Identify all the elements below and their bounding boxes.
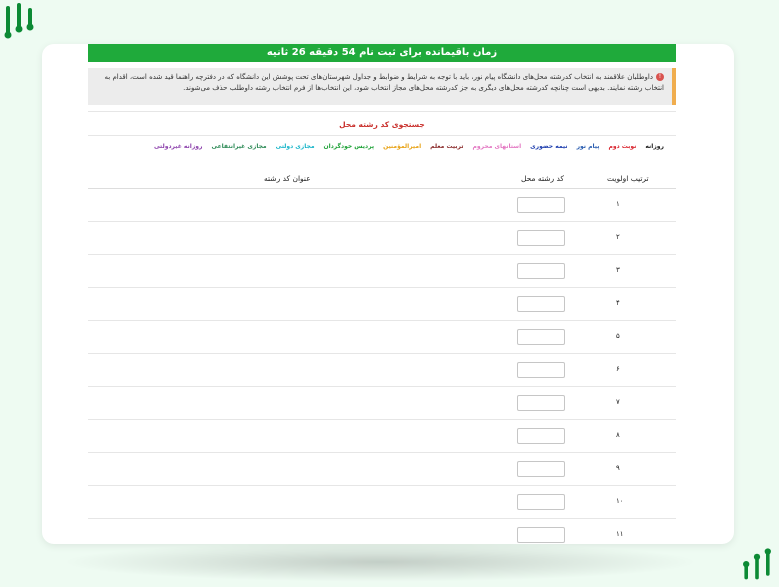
code-input[interactable] (517, 296, 565, 312)
filter-links: روزانه نوبت دوم پیام نور نیمه حضوری استانهای… (88, 136, 676, 150)
priority-number: ۶ (616, 365, 620, 373)
priority-number: ۵ (616, 332, 620, 340)
table-row: ۷ (88, 387, 676, 420)
filter-link[interactable]: مجازی غیرانتفاعی (212, 143, 267, 150)
filter-link[interactable]: استانهای محروم (473, 143, 522, 150)
table-row: ۴ (88, 288, 676, 321)
code-input[interactable] (517, 263, 565, 279)
priority-number: ۴ (616, 299, 620, 307)
code-input[interactable] (517, 395, 565, 411)
code-input[interactable] (517, 362, 565, 378)
warning-text: داوطلبان علاقمند به انتخاب کدرشته محل‌ها… (104, 73, 664, 92)
table-row: ۱ (88, 189, 676, 222)
header-priority: ترتیب اولویت (607, 174, 649, 183)
priority-number: ۱ (616, 200, 620, 208)
code-input[interactable] (517, 197, 565, 213)
priority-number: ۸ (616, 431, 620, 439)
card-shadow (60, 542, 700, 582)
brand-logo-icon (4, 3, 34, 39)
filter-link[interactable]: روزانه غیردولتی (154, 143, 203, 150)
main-card: زمان باقیمانده برای ثبت نام 54 دقیقه 26 … (42, 44, 734, 544)
priority-number: ۷ (616, 398, 620, 406)
table-row: ۸ (88, 420, 676, 453)
search-title: جستجوی کد رشته محل (339, 120, 425, 129)
filter-link[interactable]: مجازی دولتی (276, 143, 315, 150)
priority-table: ۱ ۲ ۳ ۴ ۵ ۶ ۷ ۸ ۹ ۱۰ ۱۱ (88, 189, 676, 544)
countdown-banner: زمان باقیمانده برای ثبت نام 54 دقیقه 26 … (88, 44, 676, 62)
table-row: ۳ (88, 255, 676, 288)
filter-link[interactable]: پیام نور (577, 143, 600, 150)
table-row: ۱۰ (88, 486, 676, 519)
priority-number: ۳ (616, 266, 620, 274)
table-row: ۵ (88, 321, 676, 354)
filter-link[interactable]: نیمه حضوری (530, 143, 567, 150)
table-row: ۲ (88, 222, 676, 255)
alert-icon: ! (656, 73, 664, 81)
priority-number: ۱۱ (616, 530, 624, 538)
code-input[interactable] (517, 527, 565, 543)
brand-logo-icon (743, 548, 771, 580)
content-area: زمان باقیمانده برای ثبت نام 54 دقیقه 26 … (88, 44, 676, 544)
table-row: ۹ (88, 453, 676, 486)
header-title: عنوان کد رشته (264, 174, 311, 183)
priority-number: ۹ (616, 464, 620, 472)
priority-number: ۱۰ (616, 497, 624, 505)
table-header: ترتیب اولویت کد رشته محل عنوان کد رشته (88, 170, 676, 189)
filter-link[interactable]: پردیس خودگردان (324, 143, 375, 150)
countdown-text: زمان باقیمانده برای ثبت نام 54 دقیقه 26 … (266, 47, 498, 58)
filter-link[interactable]: نوبت دوم (608, 143, 636, 150)
header-code: کد رشته محل (521, 174, 565, 183)
table-row: ۶ (88, 354, 676, 387)
filter-link[interactable]: روزانه (645, 143, 664, 150)
code-input[interactable] (517, 461, 565, 477)
code-input[interactable] (517, 329, 565, 345)
filter-link[interactable]: تربیت معلم (430, 143, 463, 150)
code-input[interactable] (517, 494, 565, 510)
priority-number: ۲ (616, 233, 620, 241)
filter-link[interactable]: امیرالمؤمنین (383, 143, 421, 150)
table-row: ۱۱ (88, 519, 676, 544)
warning-notice: !داوطلبان علاقمند به انتخاب کدرشته محل‌ه… (88, 68, 676, 105)
code-input[interactable] (517, 230, 565, 246)
code-input[interactable] (517, 428, 565, 444)
